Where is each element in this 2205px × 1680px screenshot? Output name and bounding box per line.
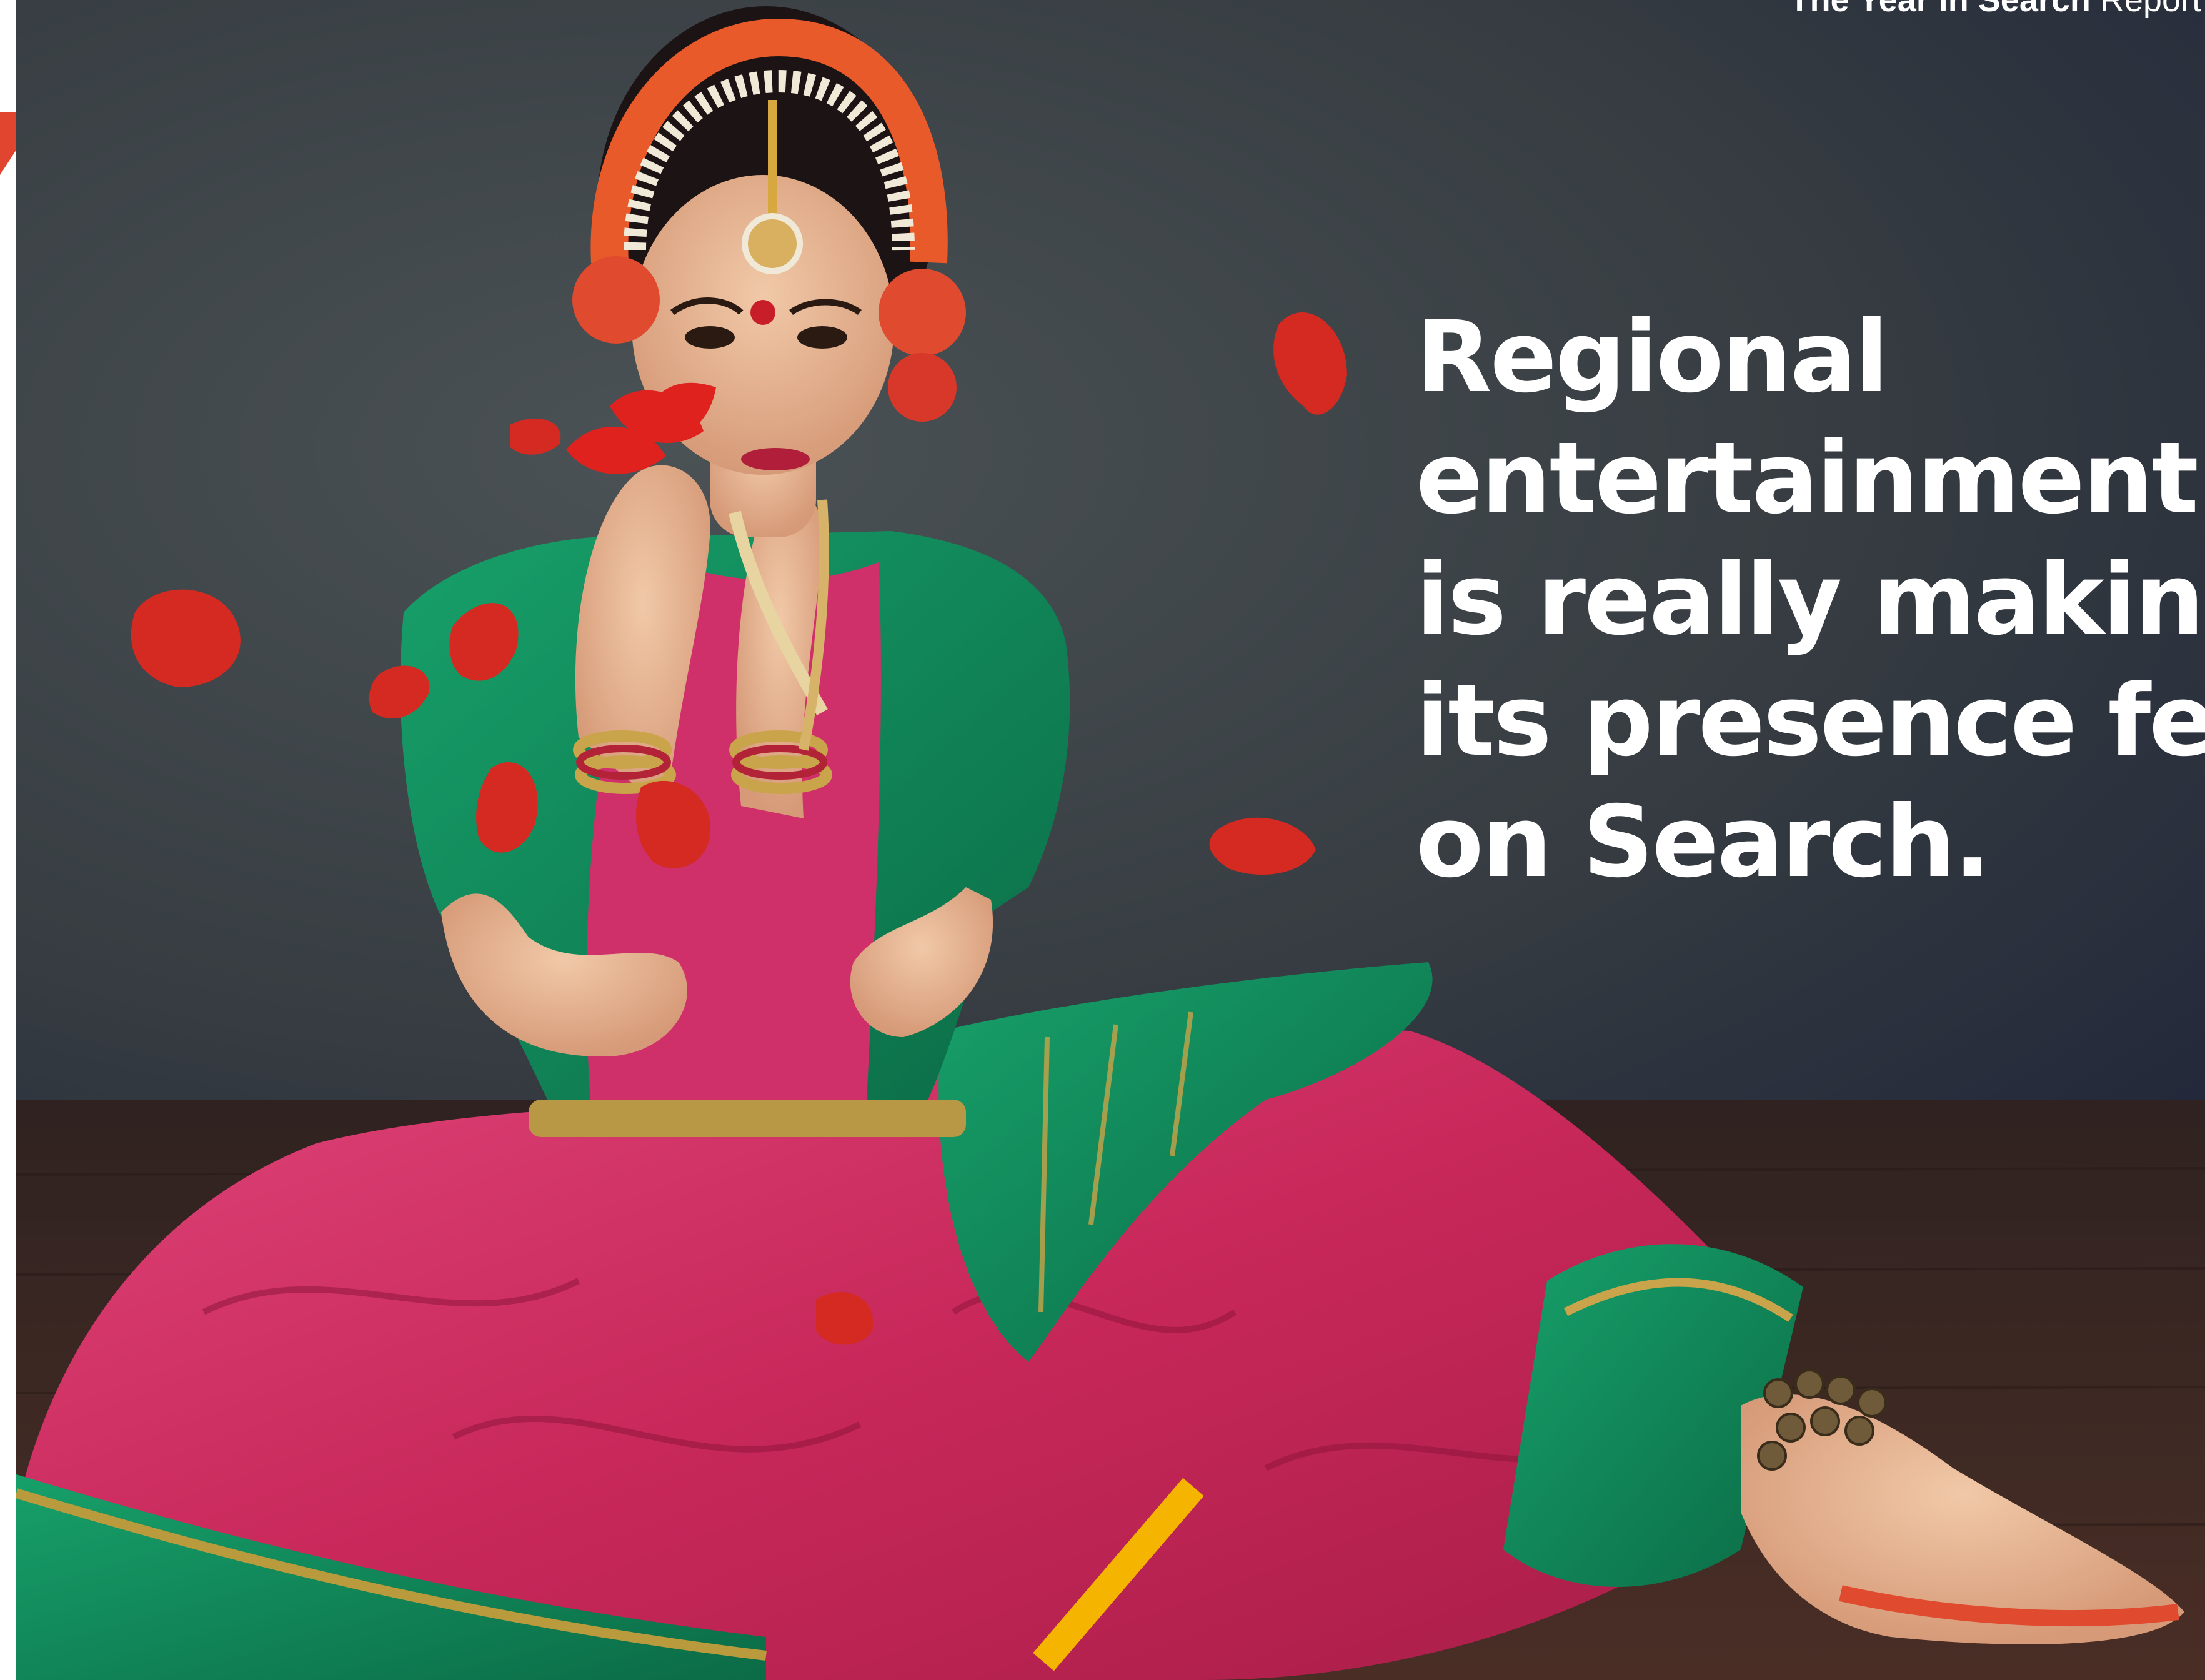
report-title-light: Report	[2099, 0, 2201, 19]
headline-line: on Search.	[1416, 785, 1991, 900]
page-margin	[0, 0, 16, 1680]
yellow-slash-accent	[1033, 1478, 1204, 1671]
headline: Regional entertainment is really making …	[1416, 297, 2205, 903]
report-title: The Year in Search Report	[1789, 0, 2201, 19]
report-page: The Year in Search Report Regional enter…	[0, 0, 2205, 1680]
headline-line: Regional	[1416, 300, 1889, 415]
report-title-bold: The Year in Search	[1789, 0, 2091, 19]
headline-line: is really making	[1416, 542, 2205, 657]
headline-line: entertainment	[1416, 421, 2199, 536]
headline-line: its presence felt	[1416, 664, 2205, 778]
